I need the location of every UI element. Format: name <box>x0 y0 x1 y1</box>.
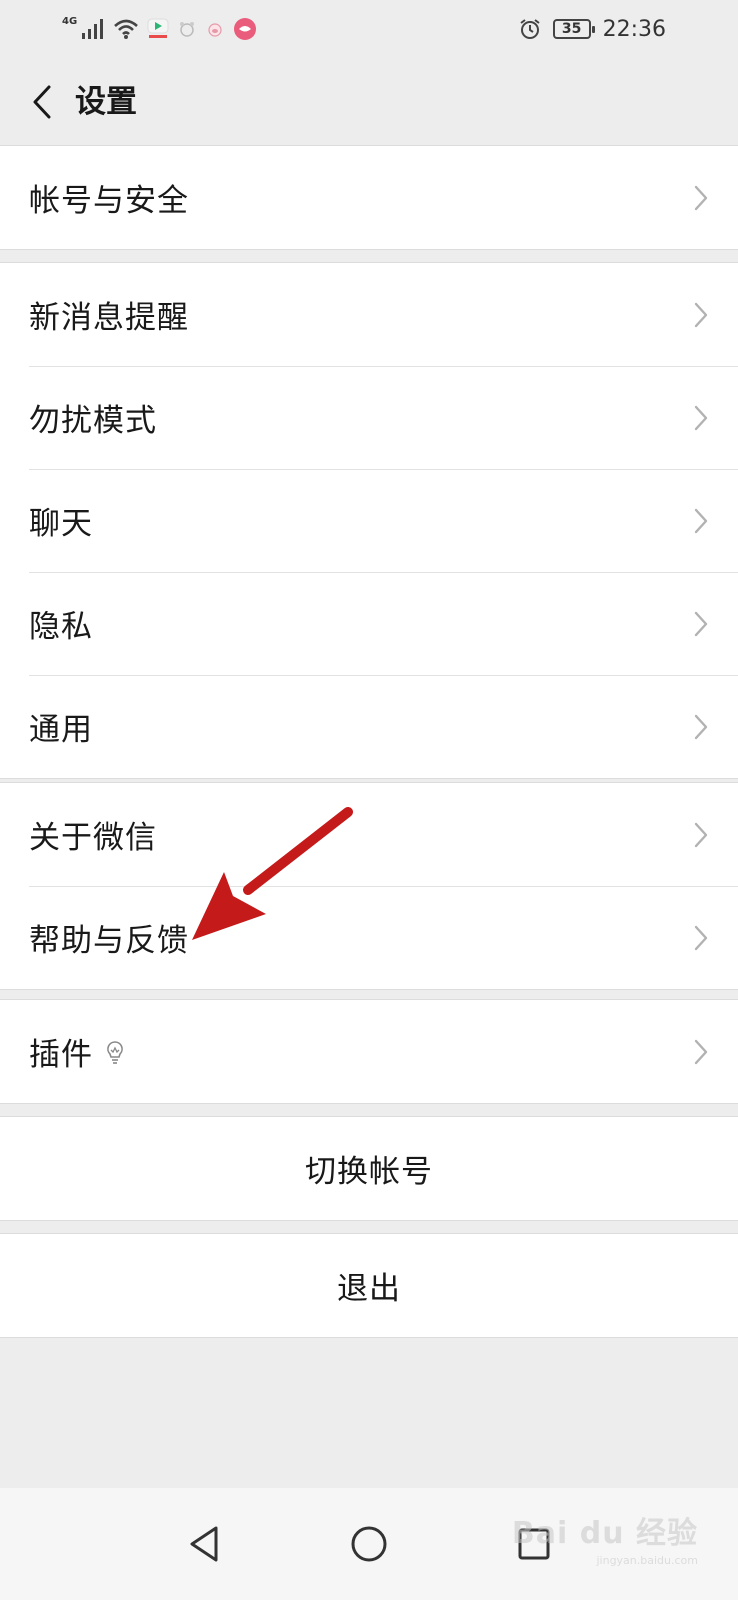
status-right: 35 22:36 <box>519 14 666 44</box>
chevron-right-icon <box>694 611 708 636</box>
status-bar: 4G 35 22:36 <box>0 0 738 58</box>
cell-label: 隐私 <box>29 609 93 645</box>
cell-plugins[interactable]: 插件 <box>0 1000 738 1103</box>
settings-group-plugins: 插件 <box>0 999 738 1104</box>
cell-label: 聊天 <box>29 506 93 542</box>
cell-label: 通用 <box>29 712 93 748</box>
triangle-back-icon <box>190 1526 218 1562</box>
bear-app-icon <box>177 19 197 39</box>
cell-new-message-alerts[interactable]: 新消息提醒 <box>0 263 738 366</box>
logout-group: 退出 <box>0 1233 738 1338</box>
chevron-right-icon <box>694 714 708 739</box>
logout-button[interactable]: 退出 <box>0 1234 738 1337</box>
watermark-url: jingyan.baidu.com <box>596 1554 698 1567</box>
video-app-icon <box>147 18 169 40</box>
cell-label: 帐号与安全 <box>29 183 189 219</box>
watermark-text: Bai du 经验 <box>511 1516 698 1551</box>
battery-level: 35 <box>561 21 582 37</box>
network-type: 4G <box>62 15 78 27</box>
wifi-icon <box>113 18 139 40</box>
system-home-button[interactable] <box>341 1516 397 1572</box>
switch-account-label: 切换帐号 <box>305 1154 433 1190</box>
chevron-right-icon <box>694 302 708 327</box>
chevron-right-icon <box>694 185 708 210</box>
page-title: 设置 <box>75 84 137 120</box>
settings-group-account: 帐号与安全 <box>0 145 738 250</box>
alarm-icon <box>519 18 541 40</box>
pig-app-icon <box>205 19 225 39</box>
switch-account-button[interactable]: 切换帐号 <box>0 1117 738 1220</box>
settings-group-about: 关于微信 帮助与反馈 <box>0 782 738 990</box>
cell-do-not-disturb[interactable]: 勿扰模式 <box>0 366 738 469</box>
cell-label: 勿扰模式 <box>29 403 157 439</box>
chevron-right-icon <box>694 508 708 533</box>
status-left: 4G <box>62 14 257 44</box>
cell-privacy[interactable]: 隐私 <box>0 572 738 675</box>
cell-about-wechat[interactable]: 关于微信 <box>0 783 738 886</box>
system-back-button[interactable] <box>176 1516 232 1572</box>
chevron-right-icon <box>694 925 708 950</box>
chevron-right-icon <box>694 822 708 847</box>
pink-app-icon <box>233 17 257 41</box>
switch-account-group: 切换帐号 <box>0 1116 738 1221</box>
logout-label: 退出 <box>337 1271 401 1307</box>
cell-help-feedback[interactable]: 帮助与反馈 <box>0 886 738 989</box>
cell-account-security[interactable]: 帐号与安全 <box>0 146 738 249</box>
system-navigation-bar: Bai du 经验 jingyan.baidu.com <box>0 1488 738 1600</box>
signal-icon <box>81 18 105 40</box>
cell-general[interactable]: 通用 <box>0 675 738 778</box>
navigation-bar: 设置 <box>0 58 738 146</box>
back-button[interactable] <box>18 78 66 126</box>
chevron-right-icon <box>694 1039 708 1064</box>
lightbulb-icon <box>107 1040 123 1064</box>
status-clock: 22:36 <box>602 16 666 42</box>
chevron-left-icon <box>33 85 51 119</box>
cell-chat[interactable]: 聊天 <box>0 469 738 572</box>
battery-icon: 35 <box>552 19 595 39</box>
cell-label: 新消息提醒 <box>29 300 189 336</box>
circle-home-icon <box>351 1526 387 1562</box>
cell-label: 插件 <box>29 1037 93 1073</box>
cell-label: 关于微信 <box>29 820 157 856</box>
cell-label: 帮助与反馈 <box>29 923 189 959</box>
settings-group-general: 新消息提醒 勿扰模式 聊天 隐私 通用 <box>0 262 738 779</box>
baidu-watermark: Bai du 经验 jingyan.baidu.com <box>511 1508 698 1567</box>
chevron-right-icon <box>694 405 708 430</box>
